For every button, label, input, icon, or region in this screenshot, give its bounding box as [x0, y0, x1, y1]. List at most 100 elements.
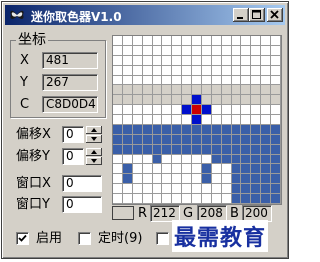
magnifier-pixel — [192, 65, 202, 76]
magnifier-pixel — [132, 36, 143, 46]
magnifier-pixel — [261, 105, 272, 116]
magnifier-pixel — [251, 194, 262, 204]
magnifier-pixel — [152, 144, 163, 155]
title-bar[interactable]: 迷你取色器V1.0 — [5, 5, 285, 25]
magnifier-pixel — [201, 95, 212, 106]
magnifier-pixel — [122, 144, 133, 155]
magnifier-pixel — [221, 36, 232, 46]
magnifier-pixel — [113, 184, 123, 195]
magnifier-pixel — [182, 174, 193, 185]
magnifier-pixel — [211, 36, 222, 46]
magnifier-pixel — [122, 75, 133, 86]
magnifier-pixel — [142, 95, 153, 106]
magnifier-pixel — [142, 105, 153, 116]
magnifier-pixel — [221, 174, 232, 185]
magnifier-pixel — [132, 124, 143, 135]
option-checkbox[interactable] — [156, 232, 169, 245]
magnifier-pixel — [201, 174, 212, 185]
magnifier-pixel — [211, 45, 222, 56]
magnifier-pixel — [251, 174, 262, 185]
offset-y-input[interactable]: 0 — [62, 148, 84, 165]
window-x-input[interactable]: 0 — [62, 175, 102, 192]
magnifier-pixel — [211, 115, 222, 125]
magnifier-pixel — [122, 124, 133, 135]
magnifier-pixel — [241, 75, 252, 86]
offset-x-input[interactable]: 0 — [62, 126, 84, 143]
magnifier-pixel — [152, 194, 163, 204]
magnifier-pixel — [113, 194, 123, 204]
magnifier-pixel — [152, 36, 163, 46]
magnifier-pixel — [231, 75, 242, 86]
magnifier-pixel — [172, 144, 183, 155]
magnifier-pixel — [162, 194, 173, 204]
magnifier-pixel — [122, 36, 133, 46]
enable-checkbox[interactable] — [16, 232, 29, 245]
magnifier-pixel — [261, 194, 272, 204]
magnifier-pixel — [211, 184, 222, 195]
spin-down-icon[interactable] — [86, 135, 102, 143]
magnifier-pixel — [132, 45, 143, 56]
magnifier-pixel — [132, 75, 143, 86]
magnifier-pixel — [172, 45, 183, 56]
magnifier-pixel — [201, 36, 212, 46]
color-hex-field[interactable]: C8D0D4 — [42, 96, 98, 113]
magnifier-pixel — [231, 85, 242, 96]
magnifier-pixel — [231, 154, 242, 165]
magnifier-pixel — [201, 105, 212, 116]
magnifier-pixel — [201, 184, 212, 195]
magnifier-pixel — [261, 184, 272, 195]
close-icon — [270, 10, 279, 19]
magnifier-pixel — [162, 174, 173, 185]
magnifier-pixel — [261, 36, 272, 46]
spin-up-icon[interactable] — [86, 126, 102, 134]
offset-y-spinner[interactable] — [86, 148, 102, 165]
r-label: R — [138, 206, 148, 221]
magnifier-pixel — [211, 105, 222, 116]
magnifier-pixel — [261, 65, 272, 76]
magnifier-pixel — [142, 75, 153, 86]
magnifier-pixel — [271, 115, 281, 125]
offset-x-spinner[interactable] — [86, 126, 102, 143]
minimize-button[interactable] — [233, 8, 249, 22]
magnifier-pixel — [162, 115, 173, 125]
magnifier-pixel — [132, 154, 143, 165]
magnifier-pixel — [132, 85, 143, 96]
enable-label[interactable]: 启用 — [36, 232, 62, 246]
magnifier-pixel — [122, 45, 133, 56]
spin-down-icon[interactable] — [86, 157, 102, 165]
magnifier-pixel — [201, 65, 212, 76]
magnifier-pixel — [152, 45, 163, 56]
magnifier-pixel — [261, 75, 272, 86]
magnifier-pixel — [142, 115, 153, 125]
x-value-field[interactable]: 481 — [42, 52, 98, 69]
magnifier-pixel — [152, 184, 163, 195]
y-value-field[interactable]: 267 — [42, 74, 98, 91]
magnifier-pixel — [182, 184, 193, 195]
magnifier-pixel — [261, 174, 272, 185]
magnifier-pixel — [162, 95, 173, 106]
maximize-button[interactable] — [249, 8, 265, 22]
close-button[interactable] — [267, 8, 283, 22]
spin-up-icon[interactable] — [86, 148, 102, 156]
magnifier-pixel — [251, 55, 262, 66]
magnifier-pixel — [201, 164, 212, 175]
magnifier-pixel — [162, 65, 173, 76]
timer-label[interactable]: 定时(9) — [98, 232, 142, 246]
magnifier-pixel — [122, 105, 133, 116]
magnifier-pixel — [271, 95, 281, 106]
magnifier-pixel — [241, 174, 252, 185]
magnifier-pixel — [261, 144, 272, 155]
magnifier-pixel — [122, 85, 133, 96]
magnifier-pixel — [172, 75, 183, 86]
magnifier-pixel — [211, 134, 222, 145]
magnifier-pixel — [221, 75, 232, 86]
magnifier-pixel — [201, 45, 212, 56]
timer-checkbox[interactable] — [78, 232, 91, 245]
magnifier-pixel — [251, 154, 262, 165]
magnifier-pixel — [162, 45, 173, 56]
magnifier-pixel — [172, 85, 183, 96]
window-y-input[interactable]: 0 — [62, 196, 102, 213]
magnifier-pixel — [241, 65, 252, 76]
app-window: 迷你取色器V1.0 坐标 X 481 Y 267 C C8D0D4 偏移X 0 … — [1, 1, 289, 259]
magnifier-pixel — [211, 55, 222, 66]
